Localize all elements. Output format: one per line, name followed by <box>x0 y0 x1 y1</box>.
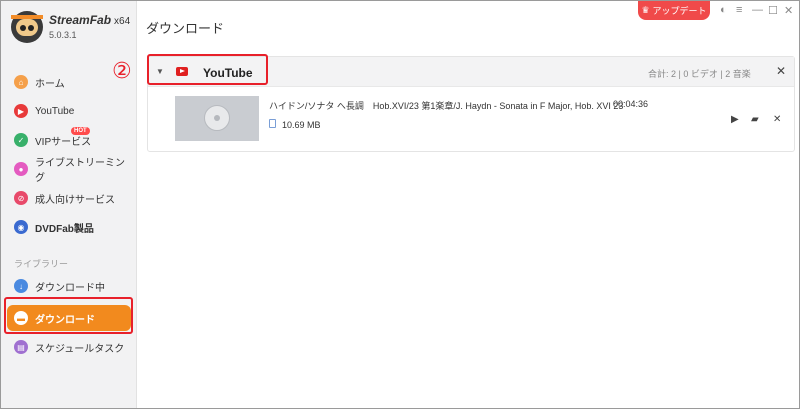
app-logo-icon <box>11 11 43 43</box>
minimize-icon[interactable]: — <box>752 4 763 16</box>
sidebar-item-label: スケジュールタスク <box>35 343 125 355</box>
app-brand: StreamFab x64 <box>49 13 131 27</box>
sidebar-item-schedule[interactable]: ▤ スケジュールタスク <box>7 334 131 360</box>
sidebar-item-label: YouTube <box>35 105 75 117</box>
file-icon <box>269 119 276 128</box>
sidebar-item-live[interactable]: ● ライブストリーミング <box>7 156 131 184</box>
vip-icon: ✓ <box>14 133 28 147</box>
sidebar-item-downloading[interactable]: ↓ ダウンロード中 <box>7 273 131 299</box>
highlight-youtube-group <box>147 54 268 85</box>
schedule-icon: ▤ <box>14 340 28 354</box>
update-label: アップデート <box>652 6 707 16</box>
sidebar-item-label: 成人向けサービス <box>35 194 115 206</box>
download-arrow-icon: ↓ <box>14 279 28 293</box>
disc-icon <box>204 105 230 131</box>
dvdfab-icon: ◉ <box>14 220 28 234</box>
item-duration: 00:04:36 <box>613 99 649 109</box>
open-folder-icon[interactable]: ▰ <box>751 114 759 125</box>
sidebar-item-dvdfab[interactable]: ◉ DVDFab製品 <box>7 214 131 240</box>
crown-icon: ♛ <box>641 5 650 15</box>
menu-icon[interactable]: ≡ <box>736 4 742 16</box>
thumbnail <box>175 96 259 141</box>
sidebar-item-adult[interactable]: ⊘ 成人向けサービス <box>7 185 131 211</box>
update-button[interactable]: ♛ アップデート <box>638 1 710 20</box>
delete-icon[interactable]: ✕ <box>773 114 781 125</box>
sidebar-item-label: DVDFab製品 <box>35 223 94 235</box>
maximize-icon[interactable]: ☐ <box>768 4 778 17</box>
item-title: ハイドン/ソナタ へ長調 Hob.XVI/23 第1楽章/J. Haydn - … <box>269 101 624 111</box>
sidebar-item-vip[interactable]: ✓ VIPサービス HOT <box>7 127 131 153</box>
sidebar-item-label: ライブストリーミング <box>35 158 125 184</box>
app-version: 5.0.3.1 <box>49 30 77 40</box>
live-icon: ● <box>14 162 28 176</box>
group-stats: 合計: 2 | 0 ビデオ | 2 音楽 <box>648 69 751 79</box>
theme-icon[interactable]: ◐ <box>720 4 727 16</box>
annotation-two: ② <box>112 59 132 84</box>
close-window-icon[interactable]: ✕ <box>784 4 793 17</box>
sidebar-item-label: ホーム <box>35 78 65 90</box>
adult-icon: ⊘ <box>14 191 28 205</box>
sidebar-item-youtube[interactable]: ▶ YouTube <box>7 98 131 124</box>
play-icon[interactable]: ▶ <box>731 114 739 125</box>
hot-badge: HOT <box>71 127 90 135</box>
library-section-label: ライブラリー <box>14 259 69 269</box>
page-title: ダウンロード <box>146 21 225 36</box>
group-close-icon[interactable]: ✕ <box>776 64 786 78</box>
sidebar-item-label: ダウンロード中 <box>35 282 105 294</box>
item-size: 10.69 MB <box>282 120 321 130</box>
home-icon: ⌂ <box>14 75 28 89</box>
highlight-downloaded <box>4 297 133 334</box>
youtube-icon: ▶ <box>14 104 28 118</box>
